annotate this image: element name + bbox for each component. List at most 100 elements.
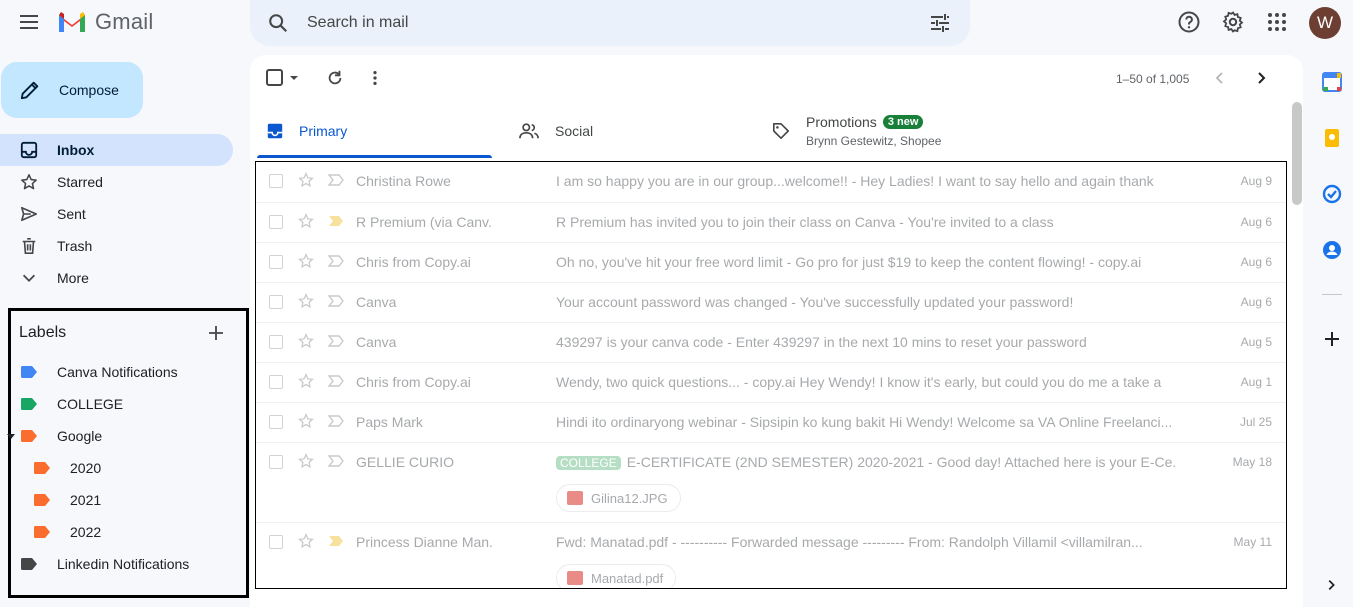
more-actions-button[interactable] xyxy=(366,69,384,87)
important-marker-icon[interactable] xyxy=(328,415,344,427)
sidebar-item-trash[interactable]: Trash xyxy=(0,230,233,262)
expand-arrow-icon[interactable] xyxy=(7,434,15,439)
important-marker-icon[interactable] xyxy=(328,375,344,387)
star-icon[interactable] xyxy=(298,333,314,349)
attachment-chip[interactable]: Manatad.pdf xyxy=(556,564,677,588)
pdf-file-icon xyxy=(567,571,583,585)
label-2020[interactable]: 2020 xyxy=(34,458,101,478)
keep-app-button[interactable] xyxy=(1322,128,1342,148)
label-linkedin-notifications[interactable]: Linkedin Notifications xyxy=(21,554,189,574)
gmail-logo[interactable]: Gmail xyxy=(57,9,153,35)
label-2021[interactable]: 2021 xyxy=(34,490,101,510)
send-icon xyxy=(20,206,38,222)
label-google[interactable]: Google xyxy=(21,426,102,446)
calendar-app-button[interactable] xyxy=(1322,72,1342,92)
support-button[interactable] xyxy=(1177,10,1201,34)
row-checkbox[interactable] xyxy=(269,215,283,229)
row-checkbox[interactable] xyxy=(269,455,283,469)
search-icon[interactable] xyxy=(267,12,289,34)
email-subject: Fwd: Manatad.pdf - ---------- Forwarded … xyxy=(556,534,1143,550)
email-subject: 439297 is your canva code - Enter 439297… xyxy=(556,334,1087,350)
inbox-icon xyxy=(20,141,38,159)
label-text: 2021 xyxy=(70,492,102,508)
star-icon[interactable] xyxy=(298,413,314,429)
sidebar-item-inbox[interactable]: Inbox xyxy=(0,134,233,166)
important-marker-icon[interactable] xyxy=(328,295,344,307)
email-row[interactable]: R Premium (via Canv. R Premium has invit… xyxy=(256,202,1286,242)
star-icon[interactable] xyxy=(298,253,314,269)
tasks-app-button[interactable] xyxy=(1322,184,1342,204)
calendar-icon xyxy=(1322,72,1342,92)
rail-divider xyxy=(1322,294,1342,295)
email-row[interactable]: Princess Dianne Man. Fwd: Manatad.pdf - … xyxy=(256,522,1286,588)
label-chip[interactable]: COLLEGE xyxy=(556,456,621,470)
search-options-icon[interactable] xyxy=(928,11,952,35)
email-row[interactable]: Chris from Copy.ai Wendy, two quick ques… xyxy=(256,362,1286,402)
main-menu-button[interactable] xyxy=(17,10,41,34)
email-row[interactable]: GELLIE CURIO COLLEGE E-CERTIFICATE (2ND S… xyxy=(256,442,1286,522)
tab-social[interactable]: Social xyxy=(519,103,754,158)
tab-primary[interactable]: Primary xyxy=(257,103,492,158)
tab-promotions[interactable]: Promotions 3 new Brynn Gestewitz, Shopee xyxy=(772,103,1072,158)
star-icon[interactable] xyxy=(298,293,314,309)
label-text: Google xyxy=(57,428,103,444)
row-checkbox[interactable] xyxy=(269,335,283,349)
show-side-panel-button[interactable] xyxy=(1324,578,1344,598)
settings-button[interactable] xyxy=(1221,10,1245,34)
important-marker-icon[interactable] xyxy=(328,535,344,547)
sidebar-item-starred[interactable]: Starred xyxy=(0,166,233,198)
promotions-senders: Brynn Gestewitz, Shopee xyxy=(806,133,942,148)
older-button[interactable] xyxy=(1253,70,1269,86)
email-subject: Oh no, you've hit your free word limit -… xyxy=(556,254,1142,270)
row-checkbox[interactable] xyxy=(269,375,283,389)
row-checkbox[interactable] xyxy=(269,255,283,269)
email-sender: GELLIE CURIO xyxy=(356,454,455,470)
search-input[interactable] xyxy=(307,14,907,32)
get-addons-button[interactable] xyxy=(1322,329,1342,349)
select-all-checkbox[interactable] xyxy=(266,69,302,87)
star-icon[interactable] xyxy=(298,453,314,469)
search-bar[interactable] xyxy=(250,0,970,46)
account-avatar[interactable]: W xyxy=(1309,7,1341,39)
chevron-down-icon xyxy=(22,274,36,282)
email-subject: COLLEGE E-CERTIFICATE (2ND SEMESTER) 2020… xyxy=(556,454,1176,470)
label-tag-icon xyxy=(34,462,50,474)
labels-section: Labels Canva Notifications COLLEGE Googl… xyxy=(7,308,249,598)
newer-button[interactable] xyxy=(1212,70,1228,86)
email-row[interactable]: Paps Mark Hindi ito ordinaryong webinar … xyxy=(256,402,1286,442)
sidebar-item-more[interactable]: More xyxy=(0,262,233,294)
sidebar-item-sent[interactable]: Sent xyxy=(0,198,233,230)
star-icon[interactable] xyxy=(298,172,314,188)
label-2022[interactable]: 2022 xyxy=(34,522,101,542)
label-college[interactable]: COLLEGE xyxy=(21,394,123,414)
email-row[interactable]: Canva Your account password was changed … xyxy=(256,282,1286,322)
important-marker-icon[interactable] xyxy=(328,215,344,227)
star-icon[interactable] xyxy=(298,533,314,549)
email-date: Aug 6 xyxy=(1240,295,1272,309)
important-marker-icon[interactable] xyxy=(328,174,344,186)
important-marker-icon[interactable] xyxy=(328,255,344,267)
label-text: Canva Notifications xyxy=(57,364,178,380)
label-canva-notifications[interactable]: Canva Notifications xyxy=(21,362,178,382)
important-marker-icon[interactable] xyxy=(328,455,344,467)
email-row[interactable]: Canva 439297 is your canva code - Enter … xyxy=(256,322,1286,362)
star-icon[interactable] xyxy=(298,213,314,229)
row-checkbox[interactable] xyxy=(269,295,283,309)
mail-list-scrollbar[interactable] xyxy=(1292,102,1302,205)
contacts-app-button[interactable] xyxy=(1322,240,1342,260)
row-checkbox[interactable] xyxy=(269,174,283,188)
row-checkbox[interactable] xyxy=(269,535,283,549)
row-checkbox[interactable] xyxy=(269,415,283,429)
email-row[interactable]: Chris from Copy.ai Oh no, you've hit you… xyxy=(256,242,1286,282)
star-icon[interactable] xyxy=(298,373,314,389)
compose-button[interactable]: Compose xyxy=(1,62,143,118)
email-row[interactable]: Christina Rowe I am so happy you are in … xyxy=(256,162,1286,202)
refresh-button[interactable] xyxy=(326,69,344,87)
plus-icon[interactable] xyxy=(206,323,226,343)
important-marker-icon[interactable] xyxy=(328,335,344,347)
sidebar-item-label: Trash xyxy=(57,238,93,254)
tab-label: Social xyxy=(555,122,594,139)
label-tag-icon xyxy=(34,526,50,538)
apps-button[interactable] xyxy=(1265,10,1289,34)
attachment-chip[interactable]: Gilina12.JPG xyxy=(556,484,681,512)
